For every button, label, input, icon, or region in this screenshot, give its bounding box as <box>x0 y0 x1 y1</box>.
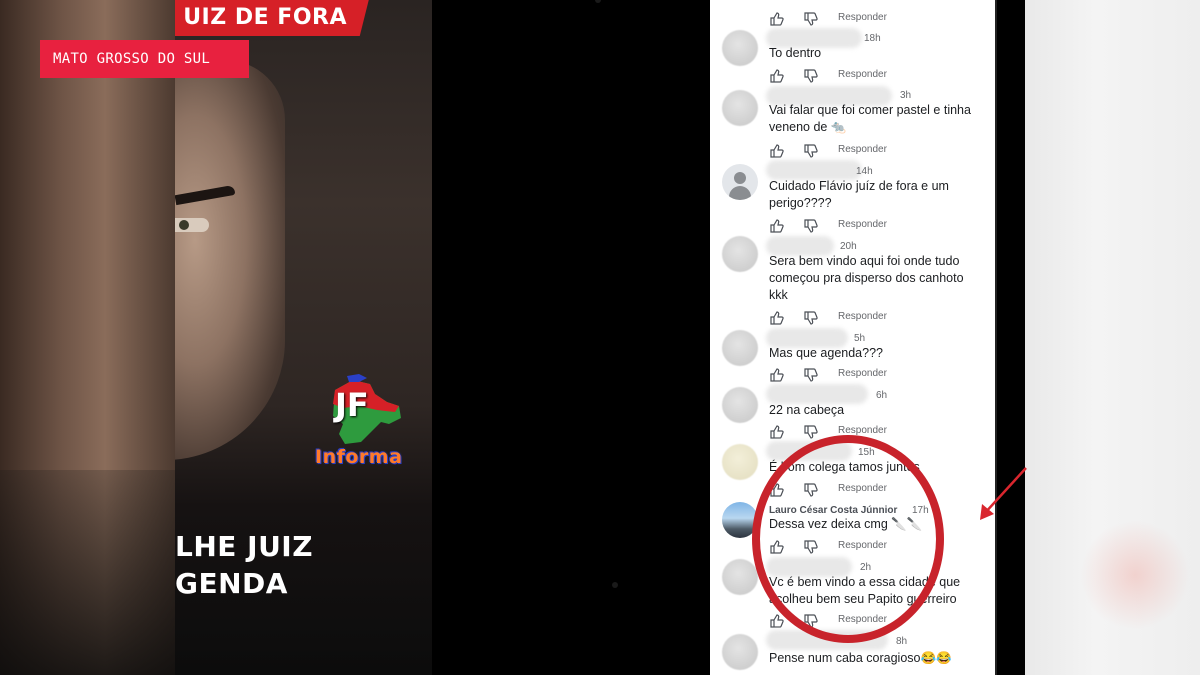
dust-dot <box>595 0 601 3</box>
like-icon[interactable] <box>769 11 785 27</box>
like-icon[interactable] <box>769 424 785 440</box>
red-arrow-icon <box>980 467 1027 520</box>
dislike-icon[interactable] <box>803 310 819 326</box>
avatar[interactable] <box>722 444 758 480</box>
avatar[interactable] <box>722 387 758 423</box>
comment-actions: Responder <box>769 11 969 27</box>
comment-time: 5h <box>854 333 866 344</box>
logo-jf-text: JF <box>335 386 369 424</box>
highlight-circle <box>752 435 944 643</box>
dislike-icon[interactable] <box>803 367 819 383</box>
video-frame: UIZ DE FORA JF Informa LHE JUIZ GENDA <box>175 0 432 675</box>
dislike-icon[interactable] <box>803 218 819 234</box>
blurred-background-right <box>1025 0 1200 675</box>
reply-link[interactable]: Responder <box>838 12 887 23</box>
comment-actions: Responder <box>769 143 969 159</box>
reply-link[interactable]: Responder <box>838 368 887 379</box>
dust-dot <box>612 582 618 588</box>
caption-line-1: LHE JUIZ <box>175 530 314 563</box>
comment-actions: Responder <box>769 367 969 383</box>
comment-actions: Responder <box>769 310 969 326</box>
comment-text: Cuidado Flávio juíz de fora e um perigo?… <box>769 179 949 210</box>
comment-actions: Responder <box>769 68 969 84</box>
comment-text: Pense num caba coragioso😂😂 <box>769 651 952 665</box>
avatar[interactable] <box>722 90 758 126</box>
comment-text: Sera bem vindo aqui foi onde tudo começo… <box>769 254 964 302</box>
reply-link[interactable]: Responder <box>838 219 887 230</box>
like-icon[interactable] <box>769 218 785 234</box>
comment-text: To dentro <box>769 46 822 60</box>
avatar[interactable] <box>722 634 758 670</box>
dislike-icon[interactable] <box>803 68 819 84</box>
comment-time: 8h <box>896 636 908 647</box>
dislike-icon[interactable] <box>803 143 819 159</box>
comment-text: Vai falar que foi comer pastel e tinha v… <box>769 103 971 134</box>
logo-informa-text: Informa <box>315 446 403 468</box>
comment-text: Mas que agenda??? <box>769 346 883 360</box>
comment-time: 6h <box>876 390 888 401</box>
blurred-background-left <box>0 0 175 675</box>
reply-link[interactable]: Responder <box>838 69 887 80</box>
comment-time: 20h <box>840 241 857 252</box>
source-badge: MATO GROSSO DO SUL <box>40 40 249 78</box>
reply-link[interactable]: Responder <box>838 144 887 155</box>
like-icon[interactable] <box>769 310 785 326</box>
jf-informa-logo: JF Informa <box>315 372 415 472</box>
comment-time: 18h <box>864 33 881 44</box>
comment-text: 22 na cabeça <box>769 403 845 417</box>
eye-shape <box>175 218 209 232</box>
video-caption: LHE JUIZ GENDA <box>175 528 313 602</box>
avatar[interactable] <box>722 559 758 595</box>
blurred-username <box>766 160 862 180</box>
top-banner-text: UIZ DE FORA <box>183 5 347 30</box>
blurred-username <box>766 384 868 404</box>
avatar[interactable] <box>722 30 758 66</box>
avatar[interactable] <box>722 330 758 366</box>
comment-time: 3h <box>900 90 912 101</box>
default-profile-icon[interactable] <box>722 164 758 200</box>
dislike-icon[interactable] <box>803 424 819 440</box>
caption-line-2: GENDA <box>175 567 288 600</box>
avatar[interactable] <box>722 236 758 272</box>
reply-link[interactable]: Responder <box>838 311 887 322</box>
face-image <box>175 60 285 460</box>
dislike-icon[interactable] <box>803 11 819 27</box>
comment-actions: Responder <box>769 218 969 234</box>
like-icon[interactable] <box>769 68 785 84</box>
like-icon[interactable] <box>769 367 785 383</box>
like-icon[interactable] <box>769 143 785 159</box>
comment-time: 14h <box>856 166 873 177</box>
dark-background-middle <box>432 0 710 675</box>
blurred-blob <box>1080 520 1190 630</box>
